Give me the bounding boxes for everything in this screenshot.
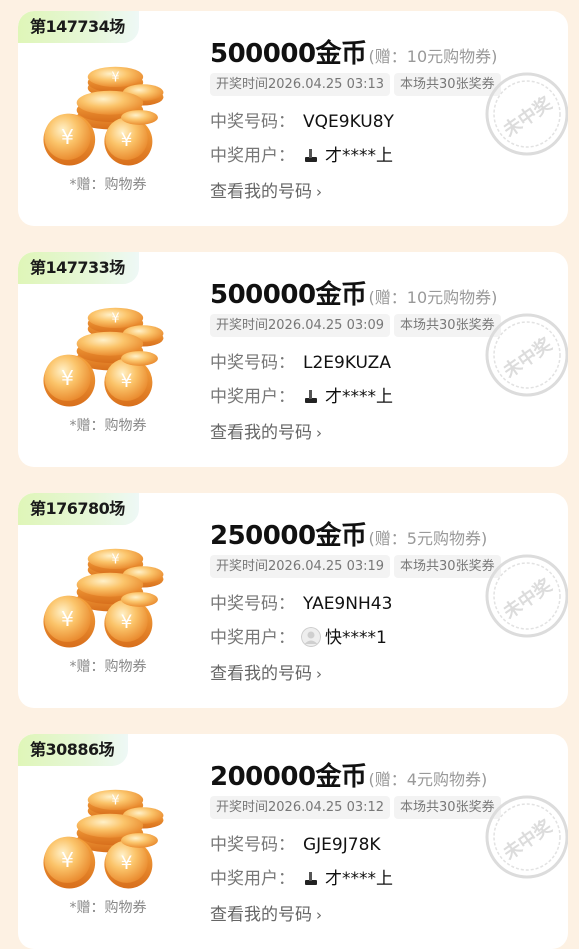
gift-voucher-label: *赠：购物券 — [69, 659, 147, 675]
winning-number-value: GJE9J78K — [303, 835, 381, 855]
round-badge: 第176780场 — [18, 493, 139, 525]
gold-coins-icon — [43, 548, 164, 648]
winning-user-row: 中奖用户： 快****1 — [210, 623, 387, 648]
winning-user-name: 才****上 — [325, 869, 393, 889]
gift-voucher-label: *赠：购物券 — [69, 900, 147, 916]
info-tags: 开奖时间2026.04.25 03:12 本场共30张奖券 — [210, 796, 505, 819]
winning-user-label: 中奖用户： — [210, 869, 295, 889]
gold-coins-icon — [43, 66, 164, 166]
winning-user-label: 中奖用户： — [210, 628, 295, 648]
winning-user-name: 才****上 — [325, 387, 393, 407]
dark-avatar-icon — [301, 386, 321, 406]
view-my-numbers-link[interactable]: 查看我的号码 › — [210, 659, 322, 684]
winning-number-label: 中奖号码： — [210, 835, 295, 855]
winning-user-name: 才****上 — [325, 146, 393, 166]
chevron-right-icon: › — [316, 424, 322, 442]
chevron-right-icon: › — [316, 665, 322, 683]
prize-card[interactable]: 第147733场 *赠：购物券 500000金币 (赠：10元购物券) 开奖时间2… — [18, 252, 568, 467]
view-my-numbers-link[interactable]: 查看我的号码 › — [210, 418, 322, 443]
prize-card[interactable]: 第176780场 *赠：购物券 250000金币 (赠：5元购物券) 开奖时间20… — [18, 493, 568, 708]
prize-gift: (赠：4元购物券) — [368, 770, 488, 789]
round-badge: 第147734场 — [18, 11, 139, 43]
info-tags: 开奖时间2026.04.25 03:13 本场共30张奖券 — [210, 73, 505, 96]
gift-voucher-label: *赠：购物券 — [69, 418, 147, 434]
winning-number-label: 中奖号码： — [210, 112, 295, 132]
winning-number-row: 中奖号码： YAE9NH43 — [210, 589, 392, 614]
prize-amount: 200000金币 — [210, 762, 367, 792]
dark-avatar-icon — [301, 145, 321, 165]
winning-number-value: L2E9KUZA — [303, 353, 391, 373]
open-time-tag: 开奖时间2026.04.25 03:19 — [210, 555, 391, 578]
prize-gift: (赠：10元购物券) — [368, 288, 498, 307]
open-time-tag: 开奖时间2026.04.25 03:09 — [210, 314, 391, 337]
winning-user-row: 中奖用户： 才****上 — [210, 141, 393, 166]
winning-user-row: 中奖用户： 才****上 — [210, 864, 393, 889]
winning-number-row: 中奖号码： VQE9KU8Y — [210, 107, 394, 132]
round-badge: 第30886场 — [18, 734, 129, 766]
gold-coins-icon — [43, 307, 164, 407]
winning-number-label: 中奖号码： — [210, 353, 295, 373]
winning-user-row: 中奖用户： 才****上 — [210, 382, 393, 407]
chevron-right-icon: › — [316, 906, 322, 924]
view-my-numbers-link[interactable]: 查看我的号码 › — [210, 900, 322, 925]
not-won-stamp: 未中奖 — [484, 794, 568, 880]
gold-coins-icon — [43, 789, 164, 889]
prize-card[interactable]: 第147734场 *赠：购物券 500000金币 (赠：10元购物券) 开奖时间2… — [18, 11, 568, 226]
view-my-numbers-link[interactable]: 查看我的号码 › — [210, 177, 322, 202]
winning-number-row: 中奖号码： L2E9KUZA — [210, 348, 391, 373]
round-badge: 第147733场 — [18, 252, 139, 284]
winning-number-row: 中奖号码： GJE9J78K — [210, 830, 381, 855]
prize-title: 500000金币 (赠：10元购物券) — [210, 274, 497, 311]
view-my-numbers-label: 查看我的号码 — [210, 664, 312, 684]
info-tags: 开奖时间2026.04.25 03:09 本场共30张奖券 — [210, 314, 505, 337]
prize-title: 200000金币 (赠：4元购物券) — [210, 756, 487, 793]
winning-number-value: YAE9NH43 — [303, 594, 393, 614]
default-avatar-icon — [301, 627, 321, 647]
winning-number-value: VQE9KU8Y — [303, 112, 394, 132]
not-won-stamp: 未中奖 — [484, 71, 568, 157]
view-my-numbers-label: 查看我的号码 — [210, 905, 312, 925]
chevron-right-icon: › — [316, 183, 322, 201]
prize-amount: 500000金币 — [210, 280, 367, 310]
not-won-stamp: 未中奖 — [484, 553, 568, 639]
winning-user-label: 中奖用户： — [210, 146, 295, 166]
dark-avatar-icon — [301, 868, 321, 888]
open-time-tag: 开奖时间2026.04.25 03:13 — [210, 73, 391, 96]
winning-user-label: 中奖用户： — [210, 387, 295, 407]
not-won-stamp: 未中奖 — [484, 312, 568, 398]
open-time-tag: 开奖时间2026.04.25 03:12 — [210, 796, 391, 819]
prize-card[interactable]: 第30886场 *赠：购物券 200000金币 (赠：4元购物券) 开奖时间202… — [18, 734, 568, 949]
info-tags: 开奖时间2026.04.25 03:19 本场共30张奖券 — [210, 555, 505, 578]
prize-gift: (赠：5元购物券) — [368, 529, 488, 548]
winning-user-name: 快****1 — [325, 628, 387, 648]
view-my-numbers-label: 查看我的号码 — [210, 423, 312, 443]
prize-amount: 250000金币 — [210, 521, 367, 551]
prize-gift: (赠：10元购物券) — [368, 47, 498, 66]
winning-number-label: 中奖号码： — [210, 594, 295, 614]
prize-amount: 500000金币 — [210, 39, 367, 69]
gift-voucher-label: *赠：购物券 — [69, 177, 147, 193]
prize-title: 500000金币 (赠：10元购物券) — [210, 33, 497, 70]
prize-title: 250000金币 (赠：5元购物券) — [210, 515, 487, 552]
view-my-numbers-label: 查看我的号码 — [210, 182, 312, 202]
